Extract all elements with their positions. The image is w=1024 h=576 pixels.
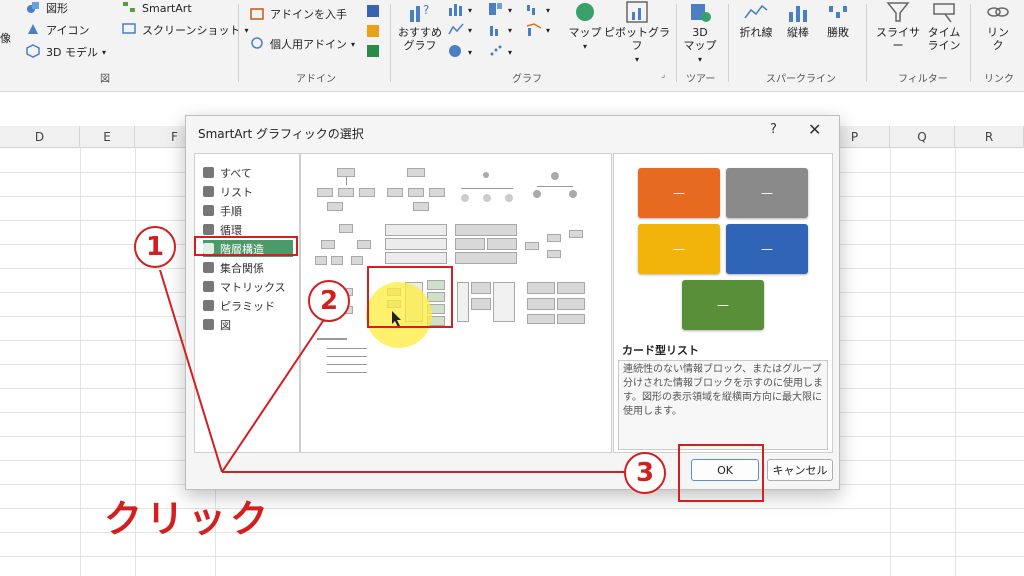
annotation-line [221,317,326,473]
highlight-box-thumbnail [367,266,453,328]
step-badge-2: 2 [308,280,350,322]
annotation-line [159,269,223,473]
step-badge-1: 1 [134,226,176,268]
click-instruction: クリック [104,497,273,541]
highlight-box-ok [678,444,764,502]
highlight-box-category [194,236,298,256]
step-badge-3: 3 [624,452,666,494]
